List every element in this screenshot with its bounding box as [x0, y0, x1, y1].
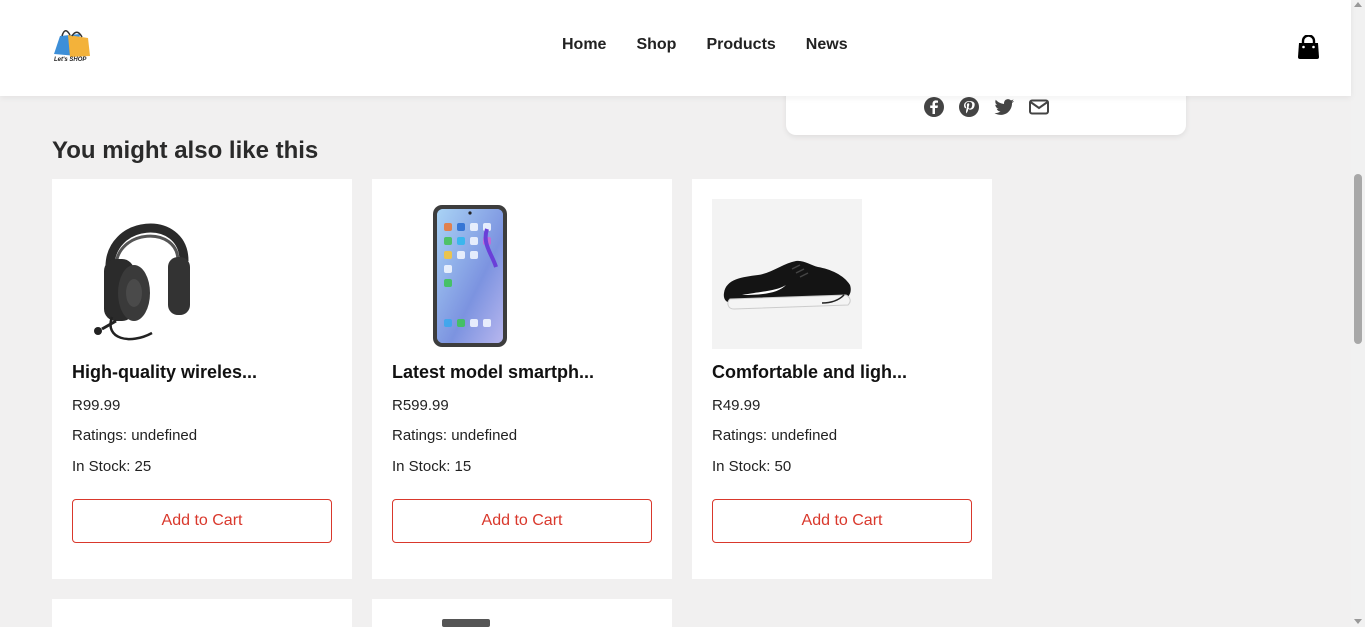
product-image-running-shoe[interactable] — [712, 199, 862, 349]
nav-shop[interactable]: Shop — [636, 36, 676, 54]
envelope-icon[interactable] — [1028, 96, 1050, 118]
nav-home[interactable]: Home — [562, 36, 606, 54]
product-stock: In Stock: 50 — [712, 458, 792, 475]
logo[interactable]: Let's SHOP — [50, 26, 92, 70]
product-rating: Ratings: undefined — [72, 427, 198, 444]
shopping-bags-logo-icon — [54, 30, 90, 57]
pinterest-icon[interactable] — [958, 96, 980, 118]
product-image-headphones[interactable] — [72, 199, 222, 349]
scrollbar-thumb[interactable] — [1354, 174, 1362, 344]
product-name[interactable]: High-quality wireles... — [72, 362, 257, 383]
product-price: R599.99 — [392, 397, 449, 414]
share-icons — [923, 96, 1063, 118]
nav-news[interactable]: News — [806, 36, 848, 54]
product-price: R49.99 — [712, 397, 761, 414]
product-card[interactable]: Latest model smartph... R599.99 Ratings:… — [372, 179, 672, 579]
site-header: Let's SHOP Home Shop Products News — [0, 0, 1351, 96]
main-nav: Home Shop Products News — [562, 36, 878, 54]
product-image-partial — [442, 619, 490, 627]
scroll-up-arrow-icon[interactable] — [1354, 2, 1362, 7]
product-stock: In Stock: 25 — [72, 458, 152, 475]
page-scrollbar[interactable] — [1351, 0, 1365, 627]
product-image-smartphone[interactable] — [392, 199, 542, 349]
product-card-partial[interactable] — [52, 599, 352, 627]
nav-products[interactable]: Products — [706, 36, 775, 54]
product-rating: Ratings: undefined — [392, 427, 518, 444]
add-to-cart-button[interactable]: Add to Cart — [392, 499, 652, 543]
product-card-partial[interactable] — [372, 599, 672, 627]
add-to-cart-button[interactable]: Add to Cart — [712, 499, 972, 543]
facebook-icon[interactable] — [923, 96, 945, 118]
logo-text: Let's SHOP — [54, 57, 87, 63]
section-title: You might also like this — [52, 137, 319, 164]
shopping-bag-icon[interactable] — [1297, 34, 1320, 59]
product-card[interactable]: High-quality wireles... R99.99 Ratings: … — [52, 179, 352, 579]
product-stock: In Stock: 15 — [392, 458, 472, 475]
twitter-icon[interactable] — [993, 96, 1015, 118]
product-price: R99.99 — [72, 397, 121, 414]
product-rating: Ratings: undefined — [712, 427, 838, 444]
product-card[interactable]: Comfortable and ligh... R49.99 Ratings: … — [692, 179, 992, 579]
product-name[interactable]: Latest model smartph... — [392, 362, 594, 383]
scroll-down-arrow-icon[interactable] — [1354, 619, 1362, 624]
product-name[interactable]: Comfortable and ligh... — [712, 362, 907, 383]
add-to-cart-button[interactable]: Add to Cart — [72, 499, 332, 543]
